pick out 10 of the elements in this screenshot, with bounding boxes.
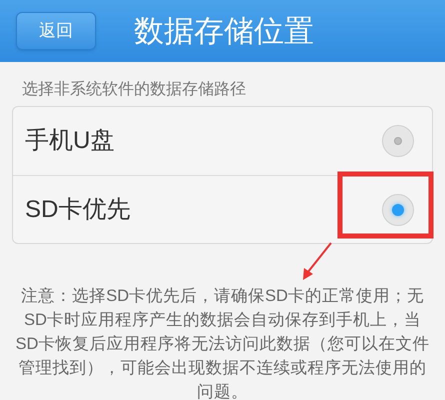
radio-button[interactable] [382, 125, 414, 157]
section-label: 选择非系统软件的数据存储路径 [21, 80, 247, 100]
screen-title: 数据存储位置 [134, 14, 314, 50]
option-label: SD卡优先 [25, 194, 130, 224]
annotation-arrow [303, 242, 332, 280]
option-label: 手机U盘 [25, 126, 114, 156]
option-row[interactable]: SD卡优先 [13, 175, 432, 243]
note-text: 注意：选择SD卡优先后，请确保SD卡的正常使用；无SD卡时应用程序产生的数据会自动保存到手机上，当SD卡恢复后应用程序将无法访问此数据（您可以在文件管理找到），可能会出现数据不连续或程序无法使用的问题。 [14, 286, 430, 400]
radio-button[interactable] [382, 194, 414, 226]
option-row[interactable]: 手机U盘 [13, 107, 432, 175]
